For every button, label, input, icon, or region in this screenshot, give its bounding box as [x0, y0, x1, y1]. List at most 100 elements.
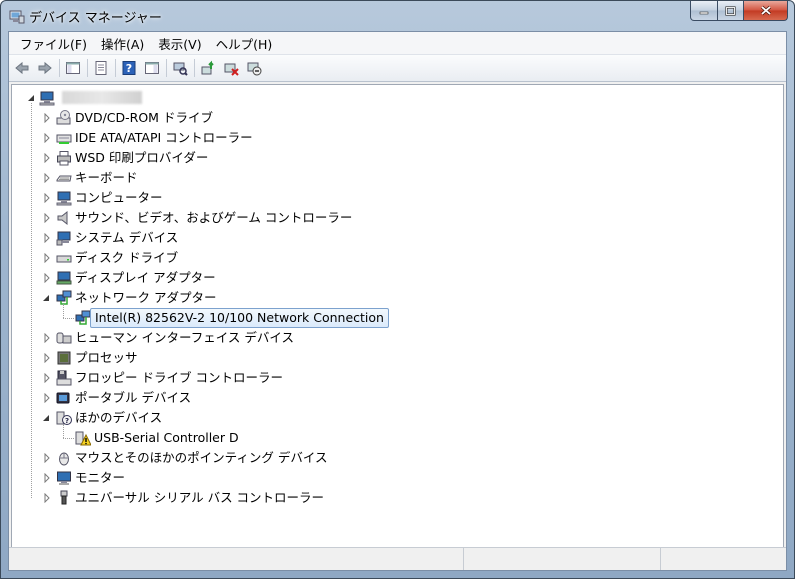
tree-node[interactable]: コンピューター — [12, 188, 772, 208]
minimize-button[interactable] — [690, 1, 718, 21]
collapse-arrow-icon[interactable] — [41, 413, 51, 423]
tree-node-label[interactable]: ポータブル デバイス — [75, 390, 191, 406]
device-tree[interactable]: DVD/CD-ROM ドライブ IDE ATA/ATAPI コントローラー WSD … — [11, 84, 784, 548]
title-bar[interactable]: デバイス マネージャー — [1, 1, 794, 31]
tree-node[interactable]: ユニバーサル シリアル バス コントローラー — [12, 488, 772, 508]
tree-node-label[interactable]: ユニバーサル シリアル バス コントローラー — [75, 490, 324, 506]
tree-node[interactable]: ネットワーク アダプター — [12, 288, 772, 308]
tree-node[interactable]: キーボード — [12, 168, 772, 188]
menu-help[interactable]: ヘルプ(H) — [209, 34, 280, 53]
tree-node-child[interactable]: USB-Serial Controller D — [12, 424, 772, 448]
expand-arrow-icon[interactable] — [42, 193, 52, 203]
help-button[interactable]: ? — [119, 58, 139, 78]
help-icon: ? — [122, 61, 136, 75]
tree-node[interactable]: モニター — [12, 468, 772, 488]
expand-arrow-icon[interactable] — [42, 233, 52, 243]
tree-node[interactable]: DVD/CD-ROM ドライブ — [12, 108, 772, 128]
expand-arrow-icon[interactable] — [42, 173, 52, 183]
tree-node-label[interactable]: ヒューマン インターフェイス デバイス — [75, 330, 294, 346]
toolbar-separator — [166, 59, 167, 77]
properties-button[interactable] — [91, 58, 111, 78]
tree-node[interactable]: ポータブル デバイス — [12, 388, 772, 408]
tree-node-label[interactable]: システム デバイス — [75, 230, 178, 246]
expand-arrow-icon[interactable] — [42, 153, 52, 163]
tree-node-label[interactable]: DVD/CD-ROM ドライブ — [75, 110, 213, 126]
menu-action[interactable]: 操作(A) — [94, 34, 151, 53]
menu-view[interactable]: 表示(V) — [151, 34, 208, 53]
tree-node-label[interactable]: キーボード — [75, 170, 138, 186]
tree-node[interactable]: ディスク ドライブ — [12, 248, 772, 268]
expand-arrow-icon[interactable] — [42, 113, 52, 123]
expand-arrow-icon[interactable] — [42, 213, 52, 223]
tree-connector — [31, 103, 32, 498]
tree-node[interactable]: ヒューマン インターフェイス デバイス — [12, 328, 772, 348]
expand-arrow-icon[interactable] — [42, 493, 52, 503]
expand-arrow-icon[interactable] — [42, 253, 52, 263]
tree-node-label[interactable]: ディスプレイ アダプター — [75, 270, 216, 286]
action-pane-button[interactable] — [142, 58, 162, 78]
tree-node[interactable]: システム デバイス — [12, 228, 772, 248]
menu-bar: ファイル(F) 操作(A) 表示(V) ヘルプ(H) — [9, 32, 786, 55]
expand-arrow-icon[interactable] — [42, 133, 52, 143]
svg-text:?: ? — [126, 62, 132, 75]
monitor-icon — [57, 471, 71, 485]
toolbar-separator — [194, 59, 195, 77]
expand-arrow-icon[interactable] — [42, 373, 52, 383]
tree-node-label[interactable]: フロッピー ドライブ コントローラー — [75, 370, 283, 386]
window-title: デバイス マネージャー — [29, 11, 162, 26]
expand-arrow-icon[interactable] — [42, 333, 52, 343]
tree-node-label[interactable]: マウスとそのほかのポインティング デバイス — [75, 450, 327, 466]
tree-node-label[interactable]: モニター — [75, 470, 125, 486]
expand-arrow-icon[interactable] — [42, 453, 52, 463]
tree-node-label[interactable]: ディスク ドライブ — [75, 250, 178, 266]
back-arrow-button[interactable] — [12, 58, 32, 78]
svg-text:?: ? — [65, 417, 69, 425]
tree-connector — [63, 424, 64, 438]
tree-node-label[interactable]: コンピューター — [75, 190, 163, 206]
tree-node-label[interactable]: WSD 印刷プロバイダー — [75, 150, 208, 166]
expand-arrow-icon[interactable] — [42, 353, 52, 363]
collapse-arrow-icon[interactable] — [26, 93, 36, 103]
expand-arrow-icon[interactable] — [42, 393, 52, 403]
show-hide-console-tree-button[interactable] — [63, 58, 83, 78]
usb-icon — [60, 490, 68, 505]
close-icon — [760, 5, 771, 16]
portable-device-icon — [56, 392, 70, 404]
tree-root[interactable] — [12, 88, 312, 108]
expand-arrow-icon[interactable] — [42, 273, 52, 283]
tree-node-label[interactable]: プロセッサ — [75, 350, 138, 366]
keyboard-icon — [56, 175, 72, 182]
tree-node-label[interactable]: ネットワーク アダプター — [75, 290, 216, 306]
tree-node[interactable]: ディスプレイ アダプター — [12, 268, 772, 288]
menu-file[interactable]: ファイル(F) — [13, 34, 94, 53]
tree-node[interactable]: プロセッサ — [12, 348, 772, 368]
update-driver-button[interactable] — [198, 58, 218, 78]
tree-connector — [63, 318, 74, 319]
tree-node-selected[interactable]: Intel(R) 82562V-2 10/100 Network Connect… — [12, 304, 772, 328]
tree-node-label[interactable]: Intel(R) 82562V-2 10/100 Network Connect… — [90, 308, 389, 328]
computer-name-redacted — [62, 91, 142, 104]
forward-arrow-button[interactable] — [35, 58, 55, 78]
uninstall-device-button[interactable] — [221, 58, 241, 78]
tree-node-label[interactable]: USB-Serial Controller D — [94, 430, 239, 446]
tree-node-label[interactable]: ほかのデバイス — [75, 410, 162, 426]
expand-arrow-icon[interactable] — [42, 473, 52, 483]
processor-icon — [57, 351, 71, 365]
tree-node-label[interactable]: サウンド、ビデオ、およびゲーム コントローラー — [75, 210, 352, 226]
tree-node[interactable]: フロッピー ドライブ コントローラー — [12, 368, 772, 388]
scan-hardware-button[interactable] — [170, 58, 190, 78]
tree-node[interactable]: ? ほかのデバイス — [12, 408, 772, 428]
disable-device-button[interactable] — [244, 58, 264, 78]
status-pane-3 — [661, 548, 786, 570]
maximize-button[interactable] — [718, 1, 744, 21]
tree-node[interactable]: WSD 印刷プロバイダー — [12, 148, 772, 168]
back-arrow-icon — [15, 61, 29, 75]
tree-node[interactable]: マウスとそのほかのポインティング デバイス — [12, 448, 772, 468]
tree-node-label[interactable]: IDE ATA/ATAPI コントローラー — [75, 130, 253, 146]
tree-node[interactable]: サウンド、ビデオ、およびゲーム コントローラー — [12, 208, 772, 228]
system-device-icon — [56, 231, 71, 246]
close-button[interactable] — [744, 1, 788, 21]
collapse-arrow-icon[interactable] — [41, 293, 51, 303]
warning-device-icon — [75, 431, 91, 446]
tree-node[interactable]: IDE ATA/ATAPI コントローラー — [12, 128, 772, 148]
